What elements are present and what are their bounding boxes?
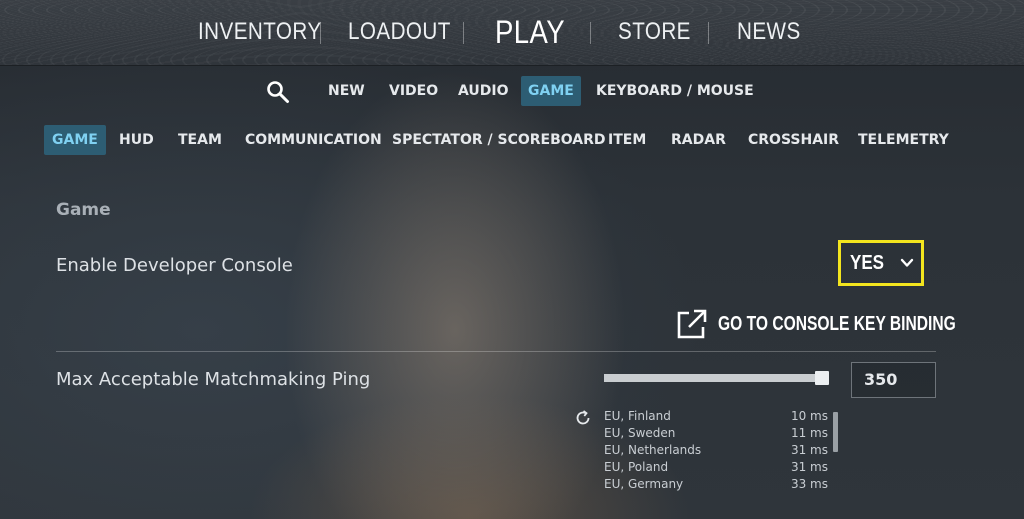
section-title: Game — [56, 200, 111, 220]
server-ping-list: EU, Finland 10 ms EU, Sweden 11 ms EU, N… — [604, 409, 830, 494]
category-tab-radar[interactable]: RADAR — [663, 125, 734, 155]
game-category-tabs: GAME HUD TEAM COMMUNICATION SPECTATOR / … — [0, 125, 1024, 155]
developer-console-dropdown[interactable]: YES — [838, 240, 924, 286]
category-tab-hud[interactable]: HUD — [111, 125, 162, 155]
chevron-down-icon — [900, 258, 914, 267]
ping-slider-thumb[interactable] — [815, 371, 829, 385]
top-nav-separator — [708, 22, 709, 44]
ping-slider-track[interactable] — [604, 374, 829, 382]
server-ping: 33 ms — [790, 477, 828, 491]
top-nav-news[interactable]: NEWS — [737, 18, 801, 46]
category-tab-communication[interactable]: COMMUNICATION — [237, 125, 390, 155]
server-ping: 31 ms — [790, 443, 828, 457]
dropdown-value: YES — [849, 251, 885, 274]
list-item: EU, Netherlands 31 ms — [604, 443, 830, 460]
server-name: EU, Germany — [604, 477, 684, 491]
ping-value-input[interactable]: 350 — [851, 362, 936, 398]
list-item: EU, Poland 31 ms — [604, 460, 830, 477]
ping-list-scrollbar[interactable] — [833, 412, 838, 452]
category-tab-item[interactable]: ITEM — [600, 125, 654, 155]
top-nav-store[interactable]: STORE — [618, 18, 691, 46]
list-item: EU, Germany 33 ms — [604, 477, 830, 494]
server-name: EU, Finland — [604, 409, 671, 423]
category-tab-crosshair[interactable]: CROSSHAIR — [740, 125, 847, 155]
console-link-label: GO TO CONSOLE KEY BINDING — [718, 312, 956, 335]
category-tab-team[interactable]: TEAM — [170, 125, 230, 155]
top-nav: INVENTORY LOADOUT PLAY STORE NEWS — [0, 0, 1024, 65]
external-link-icon — [677, 309, 707, 339]
tab-new[interactable]: NEW — [321, 76, 372, 106]
tab-keyboard-mouse[interactable]: KEYBOARD / MOUSE — [589, 76, 761, 106]
settings-tabs: NEW VIDEO AUDIO GAME KEYBOARD / MOUSE — [0, 76, 1024, 106]
category-tab-game[interactable]: GAME — [44, 125, 106, 155]
top-nav-inventory[interactable]: INVENTORY — [198, 18, 322, 46]
server-ping: 11 ms — [790, 426, 828, 440]
tab-audio[interactable]: AUDIO — [451, 76, 516, 106]
developer-console-label: Enable Developer Console — [56, 255, 293, 276]
ping-slider-fill — [604, 374, 822, 382]
top-nav-separator — [320, 22, 321, 44]
top-nav-separator — [463, 22, 464, 44]
list-item: EU, Sweden 11 ms — [604, 426, 830, 443]
tab-game[interactable]: GAME — [521, 76, 581, 106]
server-name: EU, Poland — [604, 460, 669, 474]
refresh-icon[interactable] — [575, 410, 591, 426]
console-key-binding-link[interactable]: GO TO CONSOLE KEY BINDING — [676, 308, 1023, 340]
list-item: EU, Finland 10 ms — [604, 409, 830, 426]
category-tab-telemetry[interactable]: TELEMETRY — [850, 125, 957, 155]
tab-video[interactable]: VIDEO — [382, 76, 445, 106]
top-nav-play[interactable]: PLAY — [495, 14, 565, 51]
matchmaking-ping-label: Max Acceptable Matchmaking Ping — [56, 369, 371, 390]
server-ping: 10 ms — [790, 409, 828, 423]
server-name: EU, Netherlands — [604, 443, 702, 457]
top-nav-loadout[interactable]: LOADOUT — [348, 18, 451, 46]
category-tab-spectator-scoreboard[interactable]: SPECTATOR / SCOREBOARD — [384, 125, 614, 155]
section-divider — [56, 351, 936, 352]
top-nav-separator — [590, 22, 591, 44]
server-name: EU, Sweden — [604, 426, 676, 440]
server-ping: 31 ms — [790, 460, 828, 474]
